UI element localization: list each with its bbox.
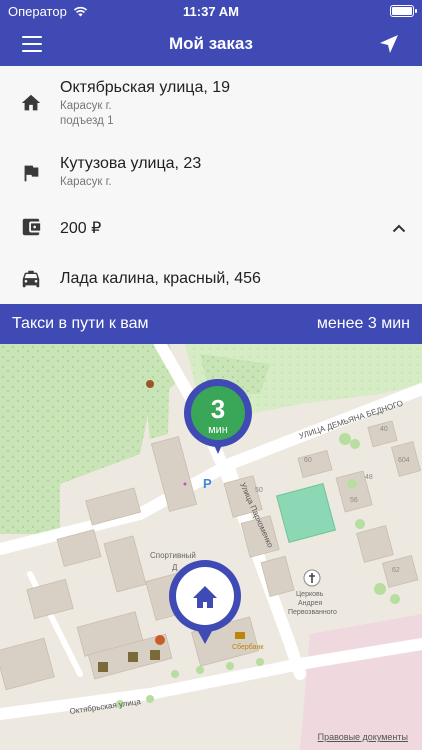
status-banner: Такси в пути к вам менее 3 мин — [0, 304, 422, 344]
price-value: 200 ₽ — [60, 220, 102, 237]
status-time: 11:37 AM — [183, 4, 239, 19]
fire-icon — [155, 635, 165, 645]
building-number: 48 — [365, 474, 373, 481]
home-icon — [21, 94, 41, 111]
poi-icon — [150, 650, 160, 660]
chevron-up-icon[interactable] — [392, 223, 406, 233]
poi-church-label-2: Андрея — [298, 600, 322, 607]
pickup-street: Октябрьская улица, 19 — [60, 79, 231, 96]
pickup-city: Карасук г. — [60, 100, 112, 112]
car-description: Лада калина, красный, 456 — [60, 270, 261, 287]
page-title: Мой заказ — [168, 34, 254, 53]
destination-row[interactable]: Кутузова улица, 23 Карасук г. — [0, 154, 422, 198]
wallet-icon — [22, 218, 41, 236]
tree-patch-left — [0, 484, 60, 534]
poi-church-label-3: Первозванного — [288, 609, 337, 616]
poi-icon — [98, 662, 108, 672]
flag-icon — [24, 165, 39, 182]
building-number: 40 — [380, 426, 388, 433]
nav-bar: Мой заказ — [0, 22, 422, 66]
price-row[interactable]: 200 ₽ — [0, 214, 422, 242]
residential-area — [300, 614, 422, 750]
bank-icon — [235, 632, 245, 639]
status-bar: Оператор 11:37 AM — [0, 0, 422, 22]
building-number: 62 — [392, 567, 400, 574]
destination-city: Карасук г. — [60, 176, 112, 188]
order-info: Октябрьская улица, 19 Карасук г. подъезд… — [0, 66, 422, 304]
taxi-icon — [22, 270, 40, 288]
car-row: Лада калина, красный, 456 — [0, 266, 422, 294]
eta-value: менее 3 мин — [316, 315, 410, 332]
taxi-status: Такси в пути к вам — [12, 315, 149, 332]
poi-church-label-1: Церковь — [296, 591, 324, 598]
building-number: 60 — [304, 457, 312, 464]
map-view[interactable]: УЛИЦА ДЕМЬЯНА БЕДНОГО Улица Пархоменко О… — [0, 344, 422, 750]
poi-icon — [128, 652, 138, 662]
poi-icon — [146, 380, 154, 388]
destination-street: Кутузова улица, 23 — [60, 155, 202, 172]
legal-documents-link[interactable]: Правовые документы — [318, 732, 408, 742]
building-number: 56 — [350, 497, 358, 504]
parking-icon: P — [203, 476, 212, 491]
pickup-row[interactable]: Октябрьская улица, 19 Карасук г. подъезд… — [0, 78, 422, 142]
pickup-entrance: подъезд 1 — [60, 115, 114, 127]
navigation-arrow-icon[interactable] — [378, 33, 400, 55]
building-number: 50 — [255, 487, 263, 494]
map-canvas[interactable]: УЛИЦА ДЕМЬЯНА БЕДНОГО Улица Пархоменко О… — [0, 344, 422, 750]
battery-icon — [390, 5, 417, 17]
poi-sport-label: Спортивный — [150, 551, 196, 560]
poi-sport-label-2: Д — [172, 563, 178, 572]
poi-bank-label: Сбербанк — [232, 643, 264, 651]
building-number: 604 — [398, 457, 410, 464]
taxi-eta-unit: мин — [208, 424, 228, 436]
taxi-eta-number: 3 — [211, 394, 225, 424]
